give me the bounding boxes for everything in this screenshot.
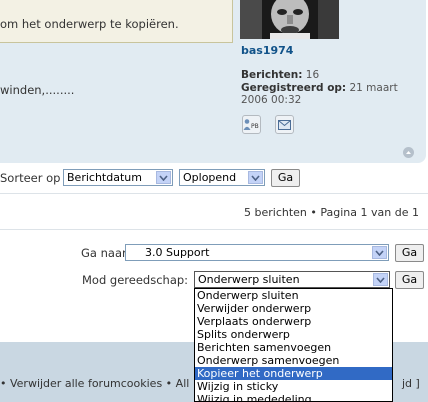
posts-label: Berichten: [241, 69, 303, 81]
divider [0, 193, 428, 194]
registered-row: Geregistreerd op: 21 maart [241, 82, 398, 94]
dropdown-option[interactable]: Onderwerp sluiten [195, 289, 392, 302]
back-to-top-icon[interactable] [403, 147, 414, 158]
mod-tools-label: Mod gereedschap: [82, 273, 189, 287]
registered-value-line2: 2006 00:32 [241, 94, 302, 106]
avatar[interactable] [240, 0, 339, 39]
jump-go-button[interactable]: Ga [395, 244, 424, 262]
dropdown-option[interactable]: Wijzig in sticky [195, 380, 392, 393]
footer-links[interactable]: • Verwijder alle forumcookies • All [0, 377, 189, 390]
mod-go-button[interactable]: Ga [395, 271, 424, 289]
sort-go-button[interactable]: Ga [271, 169, 300, 187]
dropdown-option[interactable]: Berichten samenvoegen [195, 341, 392, 354]
pm-icon: PB [243, 119, 259, 130]
sort-label: Sorteer op [0, 171, 61, 185]
dropdown-option[interactable]: Verplaats onderwerp [195, 315, 392, 328]
author-username[interactable]: bas1974 [241, 44, 293, 57]
posts-value: 16 [305, 69, 320, 81]
chevron-down-icon [373, 273, 388, 286]
chevron-down-icon [248, 171, 263, 184]
sort-order-value: Oplopend [183, 171, 237, 184]
dropdown-option[interactable]: Verwijder onderwerp [195, 302, 392, 315]
chevron-down-icon [156, 171, 171, 184]
registered-label: Geregistreerd op: [241, 82, 347, 94]
svg-text:PB: PB [251, 123, 259, 130]
divider [0, 229, 428, 230]
posts-count-row: Berichten: 16 [241, 69, 319, 81]
mod-tools-select[interactable]: Onderwerp sluiten [194, 271, 390, 288]
chevron-down-icon [372, 246, 387, 259]
jump-forum-value: 3.0 Support [145, 246, 210, 259]
footer-right-text: jd ] [402, 377, 420, 390]
dropdown-option[interactable]: Onderwerp samenvoegen [195, 354, 392, 367]
sort-field-select[interactable]: Berichtdatum [63, 169, 173, 186]
notice-text: om het onderwerp te kopiëren. [0, 17, 179, 31]
dropdown-option[interactable]: Wijzig in mededeling [195, 393, 392, 401]
email-icon [278, 119, 291, 130]
registered-row-2: 2006 00:32 [241, 94, 301, 106]
pagination-text: 5 berichten • Pagina 1 van de 1 [244, 206, 419, 219]
jump-label: Ga naar: [81, 246, 131, 260]
jump-forum-select[interactable]: 3.0 Support [125, 244, 389, 261]
dropdown-option-highlighted[interactable]: Kopieer het onderwerp [195, 367, 392, 380]
email-button[interactable] [275, 115, 294, 134]
sort-order-select[interactable]: Oplopend [179, 169, 265, 186]
mod-tools-dropdown[interactable]: Onderwerp sluiten Verwijder onderwerp Ve… [194, 288, 393, 402]
registered-value-line1: 21 maart [349, 82, 398, 94]
dropdown-option[interactable]: Splits onderwerp [195, 328, 392, 341]
sort-field-value: Berichtdatum [67, 171, 142, 184]
post-body-text: winden,........ [0, 83, 75, 97]
mod-tools-value: Onderwerp sluiten [198, 273, 300, 286]
pm-button[interactable]: PB [242, 115, 261, 134]
